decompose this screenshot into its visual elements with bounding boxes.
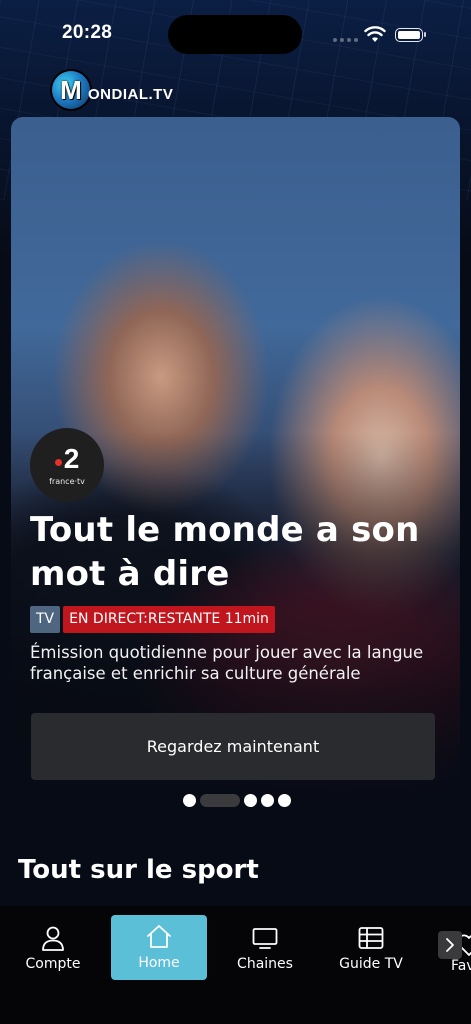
carousel-dot[interactable] — [278, 793, 291, 807]
section-title: Tout sur le sport — [18, 855, 259, 885]
watch-now-button[interactable]: Regardez maintenant — [31, 713, 435, 780]
dynamic-island — [168, 15, 302, 54]
carousel-dot[interactable] — [183, 793, 196, 807]
carousel-indicator — [183, 793, 291, 807]
nav-label: Compte — [25, 956, 81, 972]
nav-label: Fav — [451, 958, 471, 974]
carousel-dot[interactable] — [261, 793, 274, 807]
status-time: 20:28 — [62, 22, 113, 43]
nav-label: Home — [138, 955, 180, 971]
bottom-nav: Compte Home Chaines Guide TV — [0, 906, 471, 1024]
nav-chaines[interactable]: Chaines — [217, 916, 313, 980]
signal-icon — [333, 38, 359, 44]
battery-icon — [395, 28, 426, 42]
screen: 20:28 M ONDIAL.TV 2 france·tv Tout le mo… — [0, 0, 471, 1024]
tv-icon — [252, 928, 278, 949]
channel-number: 2 — [63, 442, 80, 474]
app-logo[interactable]: M ONDIAL.TV — [52, 70, 173, 110]
tag-live: EN DIRECT:RESTANTE 11min — [63, 606, 275, 633]
chevron-right-icon — [446, 938, 454, 952]
home-icon — [147, 925, 171, 948]
hero-title: Tout le monde a son mot à dire — [30, 510, 420, 594]
nav-guide-tv[interactable]: Guide TV — [323, 916, 419, 980]
person-icon — [42, 926, 64, 951]
channel-name: france·tv — [49, 476, 85, 486]
tag-tv: TV — [30, 606, 61, 633]
hero-tags: TV EN DIRECT:RESTANTE 11min — [30, 606, 275, 633]
hero-description: Émission quotidienne pour jouer avec la … — [30, 643, 424, 683]
wifi-icon — [364, 26, 386, 42]
nav-compte[interactable]: Compte — [5, 916, 101, 980]
nav-label: Chaines — [237, 956, 293, 972]
nav-home[interactable]: Home — [111, 915, 207, 980]
nav-label: Guide TV — [339, 956, 403, 972]
status-bar: 20:28 — [0, 0, 471, 60]
carousel-dot[interactable] — [244, 793, 257, 807]
nav-scroll-button[interactable] — [438, 931, 462, 959]
carousel-dot-active[interactable] — [200, 793, 240, 807]
logo-text: ONDIAL.TV — [88, 85, 174, 103]
channel-logo: 2 france·tv — [30, 428, 104, 502]
grid-icon — [358, 927, 384, 949]
channel-dot-icon — [54, 459, 62, 466]
logo-globe-icon: M — [52, 71, 90, 109]
